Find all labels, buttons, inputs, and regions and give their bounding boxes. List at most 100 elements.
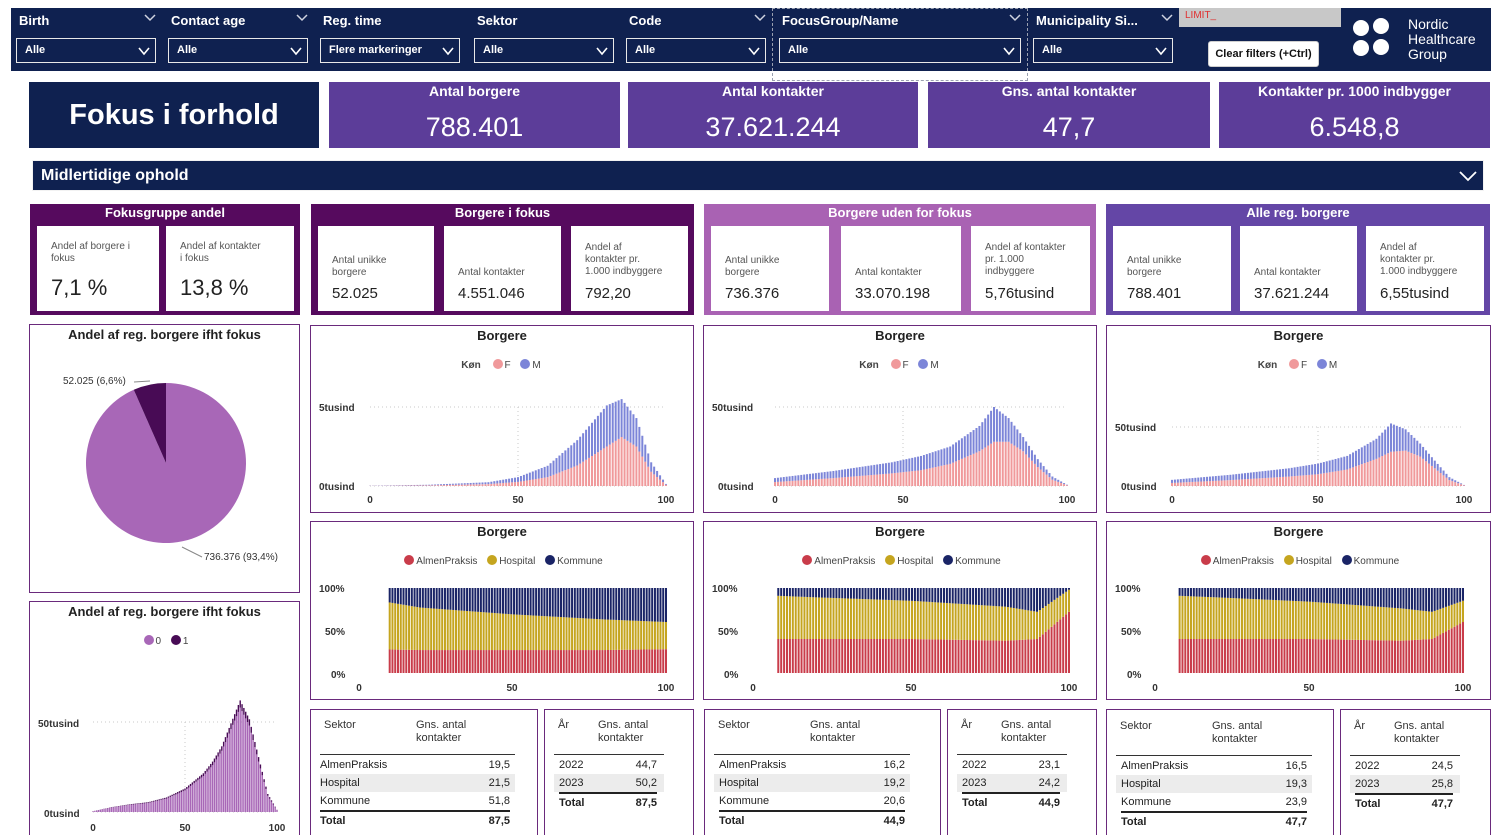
bar-female[interactable] [1363, 463, 1366, 486]
bar-kommune[interactable] [905, 588, 908, 601]
bar-1[interactable] [138, 803, 140, 804]
bar-male[interactable] [549, 463, 552, 476]
bar-0[interactable] [245, 718, 247, 812]
bar-kommune[interactable] [601, 588, 604, 620]
bar-almenpraksis[interactable] [537, 650, 540, 673]
bar-kommune[interactable] [521, 588, 524, 615]
bar-almenpraksis[interactable] [786, 639, 789, 673]
bar-kommune[interactable] [548, 588, 551, 617]
table-row[interactable]: AlmenPraksis 16,2 [719, 756, 905, 774]
bar-male[interactable] [949, 446, 952, 464]
bar-male[interactable] [531, 471, 534, 480]
bar-hospital[interactable] [797, 596, 800, 639]
bar-1[interactable] [204, 770, 206, 774]
bar-0[interactable] [208, 769, 210, 812]
bar-male[interactable] [1448, 477, 1451, 481]
bar-female[interactable] [949, 463, 952, 486]
bar-female[interactable] [776, 481, 779, 486]
bar-hospital[interactable] [1206, 596, 1209, 639]
bar-almenpraksis[interactable] [806, 639, 809, 673]
bar-kommune[interactable] [902, 588, 905, 601]
bar-hospital[interactable] [1238, 598, 1241, 639]
bar-kommune[interactable] [992, 588, 995, 606]
bar-kommune[interactable] [430, 588, 433, 609]
bar-hospital[interactable] [1345, 604, 1348, 640]
bar-0[interactable] [252, 740, 254, 812]
bar-0[interactable] [112, 807, 114, 812]
bar-female[interactable] [493, 483, 496, 486]
bar-almenpraksis[interactable] [992, 640, 995, 673]
bar-hospital[interactable] [1427, 611, 1430, 640]
bar-0[interactable] [197, 780, 199, 812]
bar-male[interactable] [1258, 471, 1261, 479]
bar-female[interactable] [582, 461, 585, 486]
bar-hospital[interactable] [659, 621, 662, 650]
bar-female[interactable] [1284, 476, 1287, 486]
bar-kommune[interactable] [457, 588, 460, 611]
bar-hospital[interactable] [1047, 603, 1050, 630]
bar-kommune[interactable] [1266, 588, 1269, 600]
bar-female[interactable] [437, 485, 440, 486]
bar-hospital[interactable] [1340, 603, 1343, 640]
bar-female[interactable] [650, 471, 653, 486]
bar-hospital[interactable] [1015, 608, 1018, 641]
bar-male[interactable] [858, 467, 861, 476]
bar-kommune[interactable] [488, 588, 491, 613]
bar-male[interactable] [981, 422, 984, 450]
bar-male[interactable] [1334, 458, 1337, 472]
bar-almenpraksis[interactable] [557, 650, 560, 673]
bar-1[interactable] [210, 763, 212, 768]
bar-hospital[interactable] [593, 618, 596, 651]
bar-female[interactable] [561, 471, 564, 486]
bar-hospital[interactable] [928, 601, 931, 640]
bar-kommune[interactable] [1311, 588, 1314, 602]
bar-kommune[interactable] [1201, 588, 1204, 597]
bar-male[interactable] [849, 468, 852, 477]
bar-female[interactable] [534, 479, 537, 486]
bar-female[interactable] [644, 461, 647, 486]
bar-1[interactable] [197, 777, 199, 781]
bar-male[interactable] [806, 474, 809, 480]
bar-female[interactable] [1051, 479, 1054, 486]
legend-item[interactable]: 0 [156, 636, 162, 647]
bar-kommune[interactable] [1359, 588, 1362, 606]
bar-hospital[interactable] [1382, 607, 1385, 641]
bar-male[interactable] [788, 476, 791, 482]
bar-female[interactable] [614, 440, 617, 486]
bar-hospital[interactable] [1376, 606, 1379, 641]
bar-female[interactable] [1457, 483, 1460, 486]
bar-female[interactable] [1322, 473, 1325, 486]
bar-kommune[interactable] [1376, 588, 1379, 607]
bar-1[interactable] [215, 755, 217, 760]
bar-female[interactable] [605, 446, 608, 487]
bar-male[interactable] [855, 467, 858, 477]
bar-female[interactable] [917, 470, 920, 486]
table-row[interactable]: AlmenPraksis 19,5 [320, 756, 510, 774]
bar-hospital[interactable] [463, 610, 466, 651]
bar-female[interactable] [820, 478, 823, 486]
bar-hospital[interactable] [665, 622, 667, 650]
bar-hospital[interactable] [893, 600, 896, 639]
bar-male[interactable] [1349, 454, 1352, 469]
bar-male[interactable] [662, 479, 665, 483]
bar-almenpraksis[interactable] [1246, 639, 1249, 673]
bar-kommune[interactable] [1419, 588, 1422, 611]
bar-kommune[interactable] [1218, 588, 1221, 598]
bar-kommune[interactable] [881, 588, 884, 600]
bar-kommune[interactable] [1325, 588, 1328, 603]
bar-hospital[interactable] [783, 596, 786, 639]
bar-hospital[interactable] [852, 598, 855, 639]
bar-male[interactable] [1217, 475, 1220, 481]
bar-almenpraksis[interactable] [977, 640, 980, 673]
bar-kommune[interactable] [518, 588, 521, 615]
bar-0[interactable] [103, 809, 105, 812]
bar-1[interactable] [199, 776, 201, 779]
bar-hospital[interactable] [410, 606, 413, 650]
bar-male[interactable] [576, 440, 579, 466]
bar-hospital[interactable] [829, 597, 832, 639]
bar-female[interactable] [425, 485, 428, 486]
bar-hospital[interactable] [490, 612, 493, 651]
bar-hospital[interactable] [416, 607, 419, 650]
bar-female[interactable] [1016, 447, 1019, 486]
bar-female[interactable] [1194, 481, 1197, 486]
